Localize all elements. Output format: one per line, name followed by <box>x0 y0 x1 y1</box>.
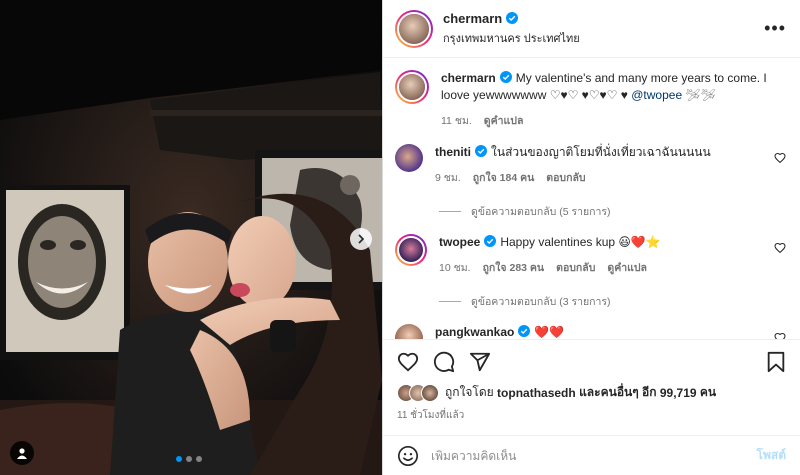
caption-avatar-ring[interactable] <box>395 70 429 104</box>
comment-reply-button[interactable]: ตอบกลับ <box>546 170 585 187</box>
comment-reply-button[interactable]: ตอบกลับ <box>556 260 595 277</box>
verified-badge-icon <box>475 145 487 157</box>
post-location[interactable]: กรุงเทพมหานคร ประเทศไทย <box>443 29 764 47</box>
liker-avatars <box>397 383 439 402</box>
caption-time: 11 ชม. <box>441 115 472 127</box>
chevron-right-icon <box>358 234 365 244</box>
view-replies-button[interactable]: ดูข้อความตอบกลับ (3 รายการ) <box>439 293 786 310</box>
likes-summary: ถูกใจโดย topnathasedh และคนอื่นๆ อีก 99,… <box>397 383 786 402</box>
likes-middle[interactable]: และคนอื่นๆ อีก <box>579 383 656 402</box>
comment-time: 10 ชม. <box>439 262 471 274</box>
replies-divider-line <box>439 301 461 302</box>
emoji-icon <box>398 445 418 466</box>
comment-composer: โพสต์ <box>383 435 800 475</box>
comment-row: pangkwankao ❤️❤️ <box>395 324 786 339</box>
comment-time: 9 ชม. <box>435 172 461 184</box>
caption-translate-link[interactable]: ดูคำแปล <box>484 113 524 130</box>
verified-badge-icon <box>499 71 512 83</box>
liker-avatar[interactable] <box>421 383 439 402</box>
comment-input[interactable] <box>431 448 757 463</box>
caption-trail-emoji: 🛩🛩 <box>685 88 716 102</box>
tagged-users-button[interactable] <box>10 441 34 465</box>
next-photo-button[interactable] <box>350 228 372 250</box>
post-actions: ถูกใจโดย topnathasedh และคนอื่นๆ อีก 99,… <box>383 339 800 423</box>
caption-mention-link[interactable]: @twopee <box>631 88 682 102</box>
author-username[interactable]: chermarn <box>443 11 502 26</box>
verified-badge-icon <box>484 235 497 247</box>
post-header: chermarn กรุงเทพมหานคร ประเทศไทย ••• <box>383 0 800 58</box>
like-button[interactable] <box>397 351 419 373</box>
heart-icon <box>397 352 419 372</box>
emoji-button[interactable] <box>397 445 419 467</box>
save-button[interactable] <box>766 351 786 373</box>
author-avatar-ring[interactable] <box>395 9 433 48</box>
caption-row: chermarn My valentine's and many more yea… <box>395 70 786 130</box>
carousel-dot <box>186 456 192 462</box>
post-dialog: chermarn กรุงเทพมหานคร ประเทศไทย ••• che… <box>0 0 800 475</box>
verified-badge-icon <box>518 325 531 337</box>
photo-image <box>0 0 382 475</box>
post-photo[interactable] <box>0 0 382 475</box>
likes-prefix: ถูกใจโดย <box>445 385 494 399</box>
author-avatar[interactable] <box>399 13 429 44</box>
comment-text: Happy valentines kup 😃❤️⭐ <box>500 235 661 249</box>
replies-divider-line <box>439 211 461 212</box>
comment-list: chermarn My valentine's and many more yea… <box>383 58 800 339</box>
likes-suffix[interactable]: คน <box>700 383 716 402</box>
likes-count[interactable]: 99,719 <box>660 386 697 400</box>
commenter-username[interactable]: twopee <box>439 235 480 249</box>
commenter-username[interactable]: pangkwankao <box>435 325 514 339</box>
view-replies-button[interactable]: ดูข้อความตอบกลับ (5 รายการ) <box>439 203 786 220</box>
comment-button[interactable] <box>433 351 455 373</box>
comment-row: twopee Happy valentines kup 😃❤️⭐ 10 ชม. ถ… <box>395 234 786 277</box>
comment-text: ในส่วนของญาติโยมที่นั่งเที่ยวเฉาฉันนนนน <box>491 145 711 159</box>
caption-avatar[interactable] <box>399 74 425 100</box>
likes-top-user[interactable]: topnathasedh <box>497 386 576 400</box>
comment-likes-count[interactable]: ถูกใจ 184 คน <box>473 170 535 187</box>
comment-icon <box>433 351 455 373</box>
comment-translate-link[interactable]: ดูคำแปล <box>607 260 647 277</box>
share-button[interactable] <box>469 351 491 373</box>
post-sidebar: chermarn กรุงเทพมหานคร ประเทศไทย ••• che… <box>382 0 800 475</box>
commenter-avatar[interactable] <box>395 324 423 339</box>
verified-badge-icon <box>506 12 519 24</box>
user-tag-icon <box>17 448 27 459</box>
share-icon <box>469 352 491 372</box>
carousel-indicator <box>176 456 202 462</box>
like-comment-heart-icon[interactable] <box>774 332 786 339</box>
comment-row: theniti ในส่วนของญาติโยมที่นั่งเที่ยวเฉาฉ… <box>395 144 786 187</box>
caption-username[interactable]: chermarn <box>441 71 496 85</box>
commenter-avatar[interactable] <box>399 238 423 262</box>
commenter-avatar-ring[interactable] <box>395 234 427 266</box>
like-comment-heart-icon[interactable] <box>774 242 786 254</box>
like-comment-heart-icon[interactable] <box>774 152 786 164</box>
carousel-dot-active <box>176 456 182 462</box>
bookmark-icon <box>767 351 785 373</box>
carousel-dot <box>196 456 202 462</box>
post-timestamp[interactable]: 11 ชั่วโมงที่แล้ว <box>397 408 786 423</box>
comment-text: ❤️❤️ <box>534 325 565 339</box>
view-replies-label[interactable]: ดูข้อความตอบกลับ (3 รายการ) <box>471 293 611 310</box>
commenter-username[interactable]: theniti <box>435 145 471 159</box>
view-replies-label[interactable]: ดูข้อความตอบกลับ (5 รายการ) <box>471 203 611 220</box>
commenter-avatar[interactable] <box>395 144 423 172</box>
comment-likes-count[interactable]: ถูกใจ 283 คน <box>483 260 545 277</box>
more-options-button[interactable]: ••• <box>764 18 786 39</box>
post-comment-button[interactable]: โพสต์ <box>757 446 786 465</box>
